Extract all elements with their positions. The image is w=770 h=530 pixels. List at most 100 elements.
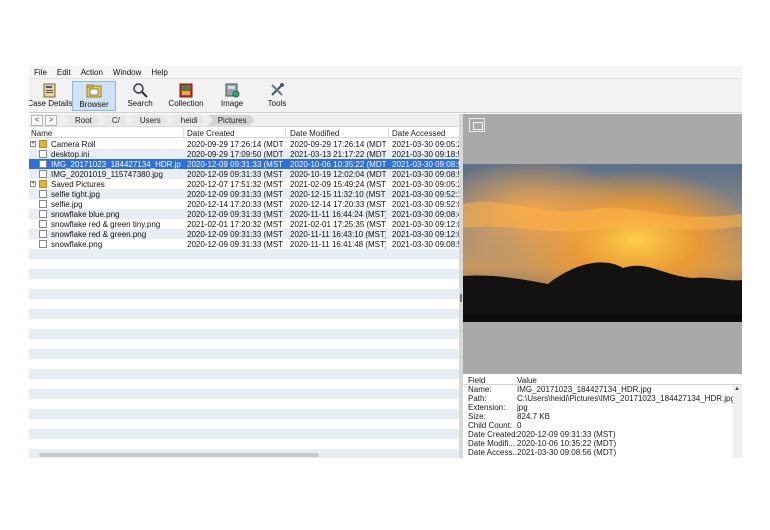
column-divider[interactable] [388, 128, 389, 138]
file-icon [39, 190, 47, 198]
date-created: 2020-12-09 09:31:33 (MST) [187, 170, 283, 179]
column-divider[interactable] [183, 128, 184, 138]
date-modified: 2020-09-29 17:26:14 (MDT) [290, 140, 386, 149]
collection-button[interactable]: Collection [166, 81, 206, 111]
breadcrumb-c-drive[interactable]: C/ [102, 115, 128, 126]
column-name[interactable]: Name [31, 129, 52, 138]
date-created: 2020-12-09 09:31:33 (MST) [187, 240, 283, 249]
properties-value-header: Value [517, 376, 537, 385]
date-accessed: 2021-03-30 09:08:51 [392, 240, 459, 249]
fullscreen-icon[interactable] [469, 118, 485, 132]
table-row[interactable]: selfie.jpg 2020-12-14 17:20:33 (MST) 2020-… [29, 199, 459, 209]
folder-icon [39, 180, 47, 188]
property-row: Extension: jpg [463, 403, 742, 412]
date-accessed: 2021-03-30 09:08:46 [392, 210, 459, 219]
menu-file[interactable]: File [29, 68, 52, 77]
back-button[interactable]: < [31, 114, 43, 126]
date-modified: 2020-11-11 16:44:24 (MST) [290, 210, 386, 219]
search-button[interactable]: Search [124, 81, 156, 111]
property-field: Extension: [468, 403, 506, 412]
menu-window[interactable]: Window [108, 68, 146, 77]
property-value: jpg [517, 403, 528, 412]
file-name: IMG_20201019_115747380.jpg [51, 170, 163, 179]
breadcrumb-pictures[interactable]: Pictures [208, 115, 255, 126]
breadcrumb: < > Root C/ Users heidi Pictures [29, 114, 459, 127]
file-icon [39, 200, 47, 208]
property-value: 2020-12-09 09:31:33 (MST) [517, 430, 616, 439]
date-accessed: 2021-03-30 09:08:56 [392, 160, 459, 169]
browser-icon [86, 84, 102, 98]
table-row[interactable]: snowflake red & green.png 2020-12-09 09:3… [29, 229, 459, 239]
table-row[interactable]: selfie tight.jpg 2020-12-09 09:31:33 (MST… [29, 189, 459, 199]
browser-button[interactable]: Browser [72, 81, 116, 111]
property-row: Path: C:\Users\heidi\Pictures\IMG_2017102… [463, 394, 742, 403]
date-modified: 2020-11-11 16:43:10 (MST) [290, 230, 386, 239]
case-details-label: Case Details [29, 99, 73, 108]
forward-button[interactable]: > [45, 114, 57, 126]
column-date-created[interactable]: Date Created [187, 129, 235, 138]
date-modified: 2021-03-13 21:17:22 (MDT) [290, 150, 386, 159]
table-row[interactable]: snowflake.png 2020-12-09 09:31:33 (MST) 20… [29, 239, 459, 249]
date-created: 2021-02-01 17:20:32 (MST) [187, 220, 283, 229]
table-row[interactable]: IMG_20171023_184427134_HDR.jpg 2020-12-09… [29, 159, 459, 169]
date-modified: 2020-12-14 17:20:33 (MST) [290, 200, 386, 209]
date-created: 2020-12-14 17:20:33 (MST) [187, 200, 283, 209]
property-field: Date Created: [468, 430, 518, 439]
file-name: snowflake red & green.png [51, 230, 147, 239]
property-row: Date Created: 2020-12-09 09:31:33 (MST) [463, 430, 742, 439]
property-field: Path: [468, 394, 487, 403]
file-name: snowflake.png [51, 240, 103, 249]
vertical-scrollbar[interactable]: ▲ [733, 385, 742, 458]
table-row[interactable]: snowflake red & green tiny.png 2021-02-01… [29, 219, 459, 229]
file-list-header: Name Date Created Date Modified Date Acc… [29, 128, 459, 138]
image-button[interactable]: Image [218, 81, 246, 111]
tools-icon [271, 83, 284, 96]
file-icon [39, 170, 47, 178]
properties-header: Field Value [463, 374, 742, 385]
property-value: 2021-03-30 09:08:56 (MDT) [517, 448, 617, 457]
file-name: IMG_20171023_184427134_HDR.jpg [51, 160, 181, 169]
date-modified: 2020-10-06 10:35:22 (MDT) [290, 160, 386, 169]
property-value: IMG_20171023_184427134_HDR.jpg [517, 385, 652, 394]
file-icon [39, 240, 47, 248]
table-row[interactable]: + Camera Roll 2020-09-29 17:26:14 (MDT) 202… [29, 139, 459, 149]
tools-button[interactable]: Tools [265, 81, 289, 111]
expand-icon[interactable]: + [30, 181, 36, 187]
date-accessed: 2021-03-30 09:05:22 [392, 140, 459, 149]
file-icon [39, 160, 47, 168]
menu-edit[interactable]: Edit [52, 68, 76, 77]
breadcrumb-root[interactable]: Root [65, 115, 100, 126]
case-details-button[interactable]: Case Details [29, 81, 73, 111]
menu-help[interactable]: Help [146, 68, 172, 77]
collection-icon [179, 83, 193, 98]
column-date-modified[interactable]: Date Modified [290, 129, 339, 138]
column-divider[interactable] [285, 128, 286, 138]
toolbar: Case Details Browser Search Collection I… [29, 79, 742, 113]
breadcrumb-heidi[interactable]: heidi [171, 115, 206, 126]
date-accessed: 2021-03-30 09:52:12 [392, 190, 459, 199]
property-field: Date Modifi... [468, 439, 516, 448]
file-name: desktop.ini [51, 150, 90, 159]
expand-icon[interactable]: + [30, 141, 36, 147]
breadcrumb-users[interactable]: Users [130, 115, 169, 126]
splitter-grip[interactable] [460, 294, 462, 302]
date-accessed: 2021-03-30 09:18:54 [392, 150, 459, 159]
property-field: Date Access... [468, 448, 520, 457]
table-row[interactable]: desktop.ini 2020-09-29 17:09:50 (MDT) 2021… [29, 149, 459, 159]
table-row[interactable]: + Saved Pictures 2020-12-07 17:51:32 (MST)… [29, 179, 459, 189]
date-accessed: 2021-03-30 09:12:04 [392, 220, 459, 229]
property-field: Name: [468, 385, 492, 394]
column-date-accessed[interactable]: Date Accessed [392, 129, 445, 138]
table-row[interactable]: snowflake blue.png 2020-12-09 09:31:33 (M… [29, 209, 459, 219]
horizontal-scrollbar[interactable] [39, 453, 319, 457]
property-row: Size: 824.7 KB [463, 412, 742, 421]
date-modified: 2020-10-19 12:02:04 (MDT) [290, 170, 386, 179]
date-created: 2020-12-09 09:31:33 (MST) [187, 190, 283, 199]
property-field: Child Count: [468, 421, 513, 430]
file-name: selfie.jpg [51, 200, 83, 209]
scroll-up-icon[interactable]: ▲ [734, 386, 740, 392]
table-row[interactable]: IMG_20201019_115747380.jpg 2020-12-09 09:… [29, 169, 459, 179]
menu-action[interactable]: Action [76, 68, 108, 77]
properties-field-header: Field [468, 376, 486, 385]
browser-label: Browser [79, 100, 109, 109]
